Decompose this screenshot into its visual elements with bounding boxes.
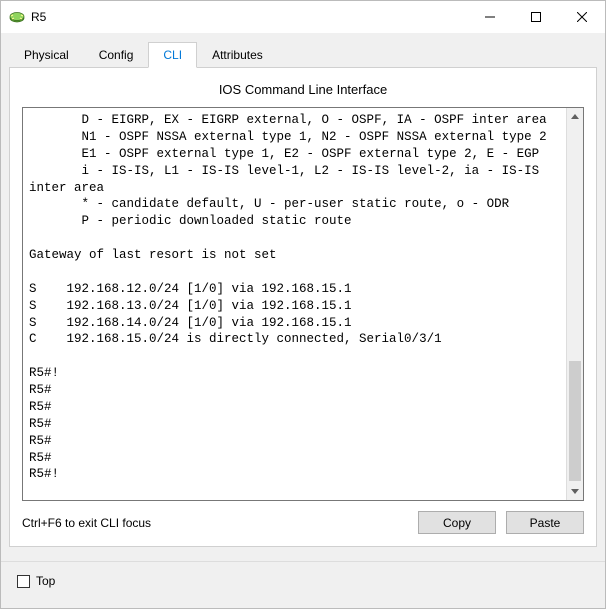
minimize-button[interactable] xyxy=(467,1,513,33)
bottom-row: Ctrl+F6 to exit CLI focus Copy Paste xyxy=(22,511,584,534)
footer: Top xyxy=(9,562,597,600)
tab-attributes[interactable]: Attributes xyxy=(197,42,278,67)
router-icon xyxy=(9,9,25,25)
copy-button[interactable]: Copy xyxy=(418,511,496,534)
cli-terminal[interactable]: D - EIGRP, EX - EIGRP external, O - OSPF… xyxy=(23,108,566,500)
window-title: R5 xyxy=(31,10,46,24)
top-checkbox-wrap[interactable]: Top xyxy=(17,574,55,588)
scroll-down-button[interactable] xyxy=(567,483,583,500)
scroll-thumb[interactable] xyxy=(569,361,581,481)
titlebar[interactable]: R5 xyxy=(1,1,605,33)
focus-hint: Ctrl+F6 to exit CLI focus xyxy=(22,516,408,530)
maximize-button[interactable] xyxy=(513,1,559,33)
scroll-up-button[interactable] xyxy=(567,108,583,125)
top-checkbox[interactable] xyxy=(17,575,30,588)
scrollbar[interactable] xyxy=(566,108,583,500)
top-label: Top xyxy=(36,574,55,588)
close-button[interactable] xyxy=(559,1,605,33)
tab-cli[interactable]: CLI xyxy=(148,42,197,68)
tab-physical[interactable]: Physical xyxy=(9,42,84,67)
terminal-wrap: D - EIGRP, EX - EIGRP external, O - OSPF… xyxy=(22,107,584,501)
content-area: Physical Config CLI Attributes IOS Comma… xyxy=(1,33,605,608)
tab-row: Physical Config CLI Attributes xyxy=(9,41,597,67)
cli-heading: IOS Command Line Interface xyxy=(22,82,584,97)
tab-config[interactable]: Config xyxy=(84,42,149,67)
scroll-track[interactable] xyxy=(567,125,583,483)
app-window: R5 Physical Config CLI Attributes IOS Co… xyxy=(0,0,606,609)
paste-button[interactable]: Paste xyxy=(506,511,584,534)
tab-body: IOS Command Line Interface D - EIGRP, EX… xyxy=(9,67,597,547)
